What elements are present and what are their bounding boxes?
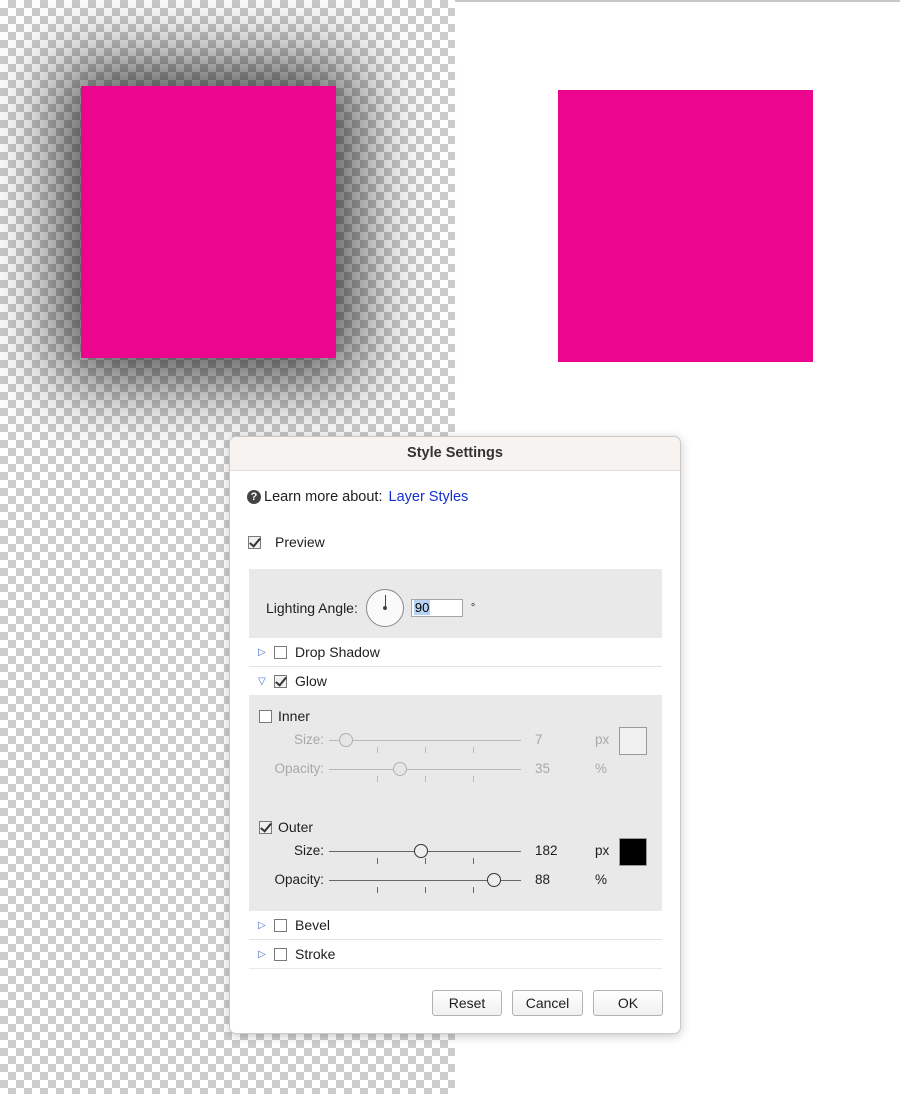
inner-glow-checkbox[interactable] (259, 709, 272, 723)
inner-size-slider-row: Size: 7 px (249, 730, 662, 753)
outer-size-knob[interactable] (414, 844, 429, 858)
stroke-label: Stroke (295, 946, 336, 962)
style-panel: Lighting Angle: 90 ° ▷ Drop Shadow ▽ Glo… (249, 569, 662, 969)
drop-shadow-label: Drop Shadow (295, 644, 380, 660)
inner-opacity-value: 35 (535, 761, 551, 776)
outer-size-slider-row: Size: 182 px (249, 841, 662, 864)
inner-size-knob[interactable] (339, 733, 354, 747)
outer-glow-row: Outer (259, 819, 313, 835)
outer-opacity-label: Opacity: (274, 872, 324, 887)
layer-styles-link[interactable]: Layer Styles (389, 489, 469, 505)
cancel-button[interactable]: Cancel (512, 990, 583, 1016)
outer-glow-color-swatch[interactable] (619, 838, 647, 866)
lighting-angle-input[interactable]: 90 (410, 599, 463, 617)
preview-label: Preview (275, 534, 325, 550)
drop-shadow-section[interactable]: ▷ Drop Shadow (249, 638, 662, 667)
inner-opacity-label: Opacity: (274, 761, 324, 776)
stroke-checkbox[interactable] (274, 947, 287, 961)
glow-section[interactable]: ▽ Glow (249, 667, 662, 695)
lighting-angle-label: Lighting Angle: (266, 600, 358, 616)
help-icon[interactable]: ? (247, 490, 261, 504)
inner-opacity-knob[interactable] (393, 762, 408, 776)
glow-checkbox[interactable] (274, 674, 287, 688)
learn-more-label: Learn more about: (264, 489, 383, 505)
inner-size-label: Size: (293, 732, 324, 747)
pink-square (558, 90, 813, 362)
outer-opacity-value: 88 (535, 872, 551, 887)
preview-checkbox[interactable] (248, 535, 261, 549)
pink-square-with-glow (81, 86, 336, 358)
learn-more-row: ? Learn more about: Layer Styles (247, 489, 468, 505)
expand-triangle-icon[interactable]: ▷ (258, 949, 268, 960)
inner-size-value: 7 (535, 732, 543, 747)
inner-glow-color-swatch[interactable] (619, 727, 647, 755)
ok-button[interactable]: OK (593, 990, 663, 1016)
dialog-buttons: Reset Cancel OK (432, 990, 663, 1016)
drop-shadow-checkbox[interactable] (274, 645, 287, 659)
expand-triangle-icon[interactable]: ▷ (258, 920, 268, 931)
inner-size-unit: px (595, 732, 610, 747)
bevel-section[interactable]: ▷ Bevel (249, 911, 662, 940)
outer-size-unit: px (595, 843, 610, 858)
expand-triangle-icon[interactable]: ▷ (258, 647, 268, 658)
glow-label: Glow (295, 673, 327, 689)
preview-row: Preview (248, 534, 325, 550)
bevel-label: Bevel (295, 917, 331, 933)
degree-unit: ° (470, 602, 476, 614)
dialog-title: Style Settings (230, 437, 680, 471)
collapse-triangle-icon[interactable]: ▽ (258, 676, 268, 687)
outer-opacity-slider-row: Opacity: 88 % (249, 870, 662, 893)
stroke-section[interactable]: ▷ Stroke (249, 940, 662, 968)
bevel-checkbox[interactable] (274, 918, 287, 932)
outer-opacity-unit: % (595, 872, 608, 887)
outer-opacity-knob[interactable] (487, 873, 502, 887)
lighting-angle-row: Lighting Angle: 90 ° (266, 589, 475, 627)
outer-glow-label: Outer (278, 819, 314, 835)
lighting-angle-value: 90 (413, 600, 431, 615)
inner-opacity-unit: % (595, 761, 608, 776)
outer-size-value: 182 (535, 843, 558, 858)
inner-glow-row: Inner (259, 708, 310, 724)
canvas-border-line (455, 0, 900, 2)
inner-glow-label: Inner (278, 708, 310, 724)
outer-size-label: Size: (293, 843, 324, 858)
inner-size-track[interactable] (329, 740, 521, 753)
style-settings-dialog: Style Settings ? Learn more about: Layer… (229, 436, 681, 1034)
angle-dial-icon[interactable] (365, 589, 404, 627)
reset-button[interactable]: Reset (432, 990, 502, 1016)
inner-opacity-track[interactable] (329, 769, 521, 782)
inner-opacity-slider-row: Opacity: 35 % (249, 759, 662, 782)
outer-glow-checkbox[interactable] (259, 820, 272, 834)
